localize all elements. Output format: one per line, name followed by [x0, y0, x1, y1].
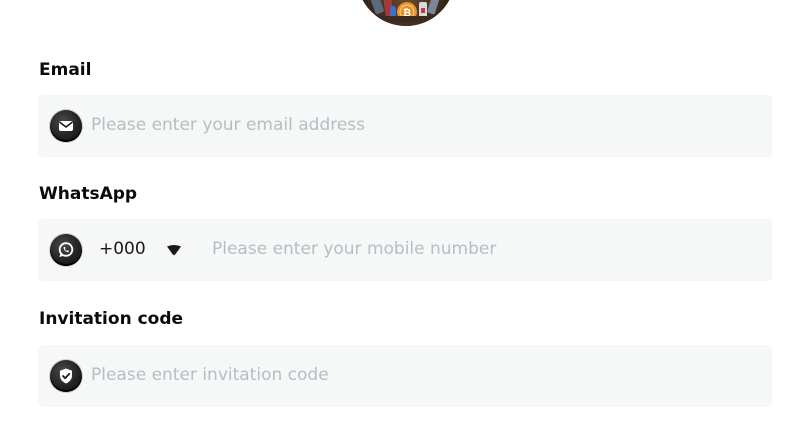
email-input[interactable]: Please enter your email address [91, 115, 365, 135]
invitation-code-label: Invitation code [39, 309, 184, 329]
email-field[interactable]: Please enter your email address [38, 95, 772, 157]
invitation-code-field[interactable]: Please enter invitation code [38, 345, 772, 407]
whatsapp-label: WhatsApp [39, 184, 138, 204]
email-label: Email [39, 60, 92, 80]
registration-form: ₿ Email Please enter your email address … [0, 0, 810, 424]
avatar: ₿ [357, 0, 455, 26]
avatar-image: ₿ [357, 0, 455, 26]
whatsapp-icon [50, 234, 82, 266]
shield-check-icon [50, 360, 82, 392]
caret-down-icon[interactable] [165, 244, 183, 256]
whatsapp-field: +000 Please enter your mobile number [38, 219, 772, 281]
envelope-icon [50, 110, 82, 142]
mobile-number-input[interactable]: Please enter your mobile number [212, 239, 496, 259]
country-code-selector[interactable]: +000 [99, 239, 146, 259]
invitation-code-input[interactable]: Please enter invitation code [91, 365, 329, 385]
